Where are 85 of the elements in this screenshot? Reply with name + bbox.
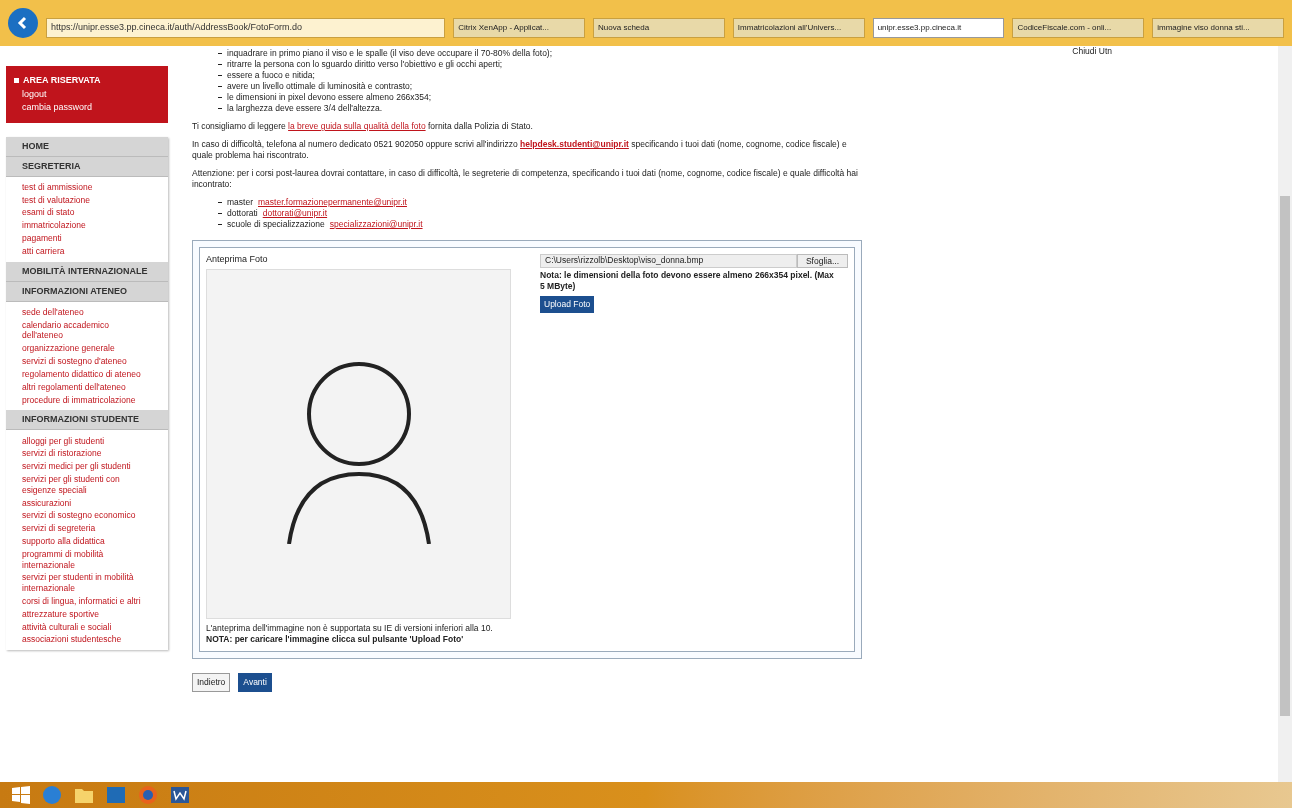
sidebar-link[interactable]: organizzazione generale — [22, 342, 152, 355]
mail-app-icon[interactable] — [106, 785, 126, 805]
guide-paragraph: Ti consigliamo di leggere la breve guida sulla qualità della foto fornita dalla Polizia di Stato. — [192, 121, 534, 132]
requirement-item: inquadrare in primo piano il viso e le spalle (il viso deve occupare il 70-80% della foto); — [227, 48, 553, 59]
requirement-item: ritrarre la persona con lo sguardo diritto verso l'obiettivo e gli occhi aperti; — [227, 59, 503, 70]
browser-tab[interactable]: Nuova scheda — [593, 18, 725, 38]
dash-bullet-icon — [218, 86, 222, 87]
sidebar-link[interactable]: associazioni studentesche — [22, 633, 152, 647]
contact-label: dottorati — [227, 208, 258, 219]
browse-button[interactable]: Sfoglia... — [796, 254, 848, 268]
dash-bullet-icon — [218, 202, 222, 203]
close-link[interactable]: Chiudi Utn — [1072, 46, 1112, 58]
sidebar-link[interactable]: assicurazioni — [22, 496, 152, 510]
dash-bullet-icon — [218, 75, 222, 76]
email-link[interactable]: master.formazionepermanente@unipr.it — [258, 197, 407, 208]
email-link[interactable]: helpdesk.studenti@unipr.it — [520, 139, 629, 149]
back-nav-button[interactable]: Indietro — [192, 673, 231, 692]
browser-tab[interactable]: CodiceFiscale.com - onli... — [1012, 18, 1145, 38]
sidebar-link[interactable]: servizi di sostegno economico — [22, 509, 152, 523]
sidebar-link[interactable]: test di ammissione — [22, 180, 152, 194]
email-link[interactable]: dottorati@unipr.it — [262, 208, 328, 219]
browser-tab[interactable]: Citrix XenApp - Applicat... — [453, 18, 586, 38]
upload-hint: NOTA: per caricare l'immagine clicca sul pulsante 'Upload Foto' — [206, 634, 465, 645]
upload-button[interactable]: Upload Foto — [540, 296, 595, 313]
attention-paragraph: Attenzione: per i corsi post-laurea dovrai contattare, in caso di difficoltà, le segreterie di competenza, specificando i tuoi dati (nome, cognome, codice fiscale) e quale difficoltà hai incontrato: — [192, 168, 859, 190]
sidebar-link[interactable]: servizi di sostegno d'ateneo — [22, 354, 152, 368]
dash-bullet-icon — [218, 213, 222, 214]
sidebar-link[interactable]: servizi medici per gli studenti — [22, 460, 152, 473]
address-bar[interactable]: https://unipr.esse3.pp.cineca.it/auth/AddressBook/FotoForm.do — [45, 18, 446, 38]
browser-app-icon[interactable] — [42, 785, 62, 805]
contact-label: master — [227, 197, 253, 208]
windows-logo-icon[interactable] — [12, 786, 30, 804]
dash-bullet-icon — [218, 108, 222, 109]
email-link[interactable]: specializzazioni@unipr.it — [329, 219, 423, 230]
dash-bullet-icon — [218, 53, 222, 54]
preview-note: L'anteprima dell'immagine non è supportata su IE di versioni inferiori alla 10. — [206, 623, 494, 634]
sidebar-heading[interactable]: INFORMAZIONI STUDENTE — [6, 410, 168, 431]
sidebar-link[interactable]: immatricolazione — [22, 219, 152, 232]
preview-title: Anteprima Foto — [206, 254, 269, 265]
sidebar-link[interactable]: servizi per studenti in mobilità internazionale — [22, 571, 152, 595]
guide-link[interactable]: la breve guida sulla qualità della foto — [288, 121, 426, 131]
requirement-item: la larghezza deve essere 3/4 dell'altezza. — [227, 103, 383, 114]
file-path-field[interactable]: C:\Users\rizzolb\Desktop\viso_donna.bmp — [540, 254, 797, 268]
account-link[interactable]: logout — [14, 87, 160, 101]
browser-tab[interactable]: immagine viso donna sti... — [1152, 18, 1284, 38]
browser-tab[interactable]: unipr.esse3.pp.cineca.it — [872, 18, 1005, 38]
firefox-icon[interactable] — [138, 785, 158, 805]
sidebar-link[interactable]: altri regolamenti dell'ateneo — [22, 380, 152, 394]
size-note: Nota: le dimensioni della foto devono essere almeno 266x354 pixel. (Max 5 MByte) — [540, 270, 835, 292]
sidebar-link[interactable]: servizi di ristorazione — [22, 447, 152, 461]
sidebar-link[interactable]: attrezzature sportive — [22, 607, 152, 621]
requirement-item: avere un livello ottimale di luminosità e contrasto; — [227, 81, 413, 92]
account-link[interactable]: cambia password — [14, 101, 160, 115]
sidebar-link[interactable]: sede dell'ateneo — [22, 305, 152, 319]
contact-label: scuole di specializzazione — [227, 219, 325, 230]
sidebar-link[interactable]: attività culturali e sociali — [22, 620, 152, 634]
sidebar-heading[interactable]: INFORMAZIONI ATENEO — [6, 281, 168, 302]
sidebar-heading[interactable]: HOME — [6, 136, 168, 157]
dash-bullet-icon — [218, 64, 222, 65]
dash-bullet-icon — [218, 97, 222, 98]
sidebar-link[interactable]: supporto alla didattica — [22, 535, 152, 548]
sidebar-link[interactable]: test di valutazione — [22, 193, 152, 207]
sidebar-link[interactable]: procedure di immatricolazione — [22, 393, 152, 407]
help-paragraph: In caso di difficoltà, telefona al numero dedicato 0521 902050 oppure scrivi all'indirizzo helpdesk.studenti@unipr.it specificando i tuoi dati (nome, cognome, codice fiscale) e quale problema hai riscontrato. — [192, 139, 848, 161]
reserved-area-title: AREA RISERVATA — [23, 74, 101, 87]
sidebar-heading[interactable]: SEGRETERIA — [6, 156, 168, 177]
sidebar-link[interactable]: regolamento didattico di ateneo — [22, 367, 152, 381]
dash-bullet-icon — [218, 224, 222, 225]
sidebar-link[interactable]: pagamenti — [22, 232, 152, 245]
sidebar-heading[interactable]: MOBILITÀ INTERNAZIONALE — [6, 261, 168, 282]
sidebar-link[interactable]: programmi di mobilità internazionale — [22, 547, 152, 572]
sidebar-link[interactable]: corsi di lingua, informatici e altri — [22, 594, 152, 608]
sidebar-link[interactable]: servizi per gli studenti con esigenze speciali — [22, 473, 152, 497]
requirement-item: essere a fuoco e nitida; — [227, 70, 315, 81]
sidebar-link[interactable]: alloggi per gli studenti — [22, 434, 152, 448]
word-icon[interactable] — [170, 785, 190, 805]
browser-tab[interactable]: Immatricolazioni all'Univers... — [732, 18, 865, 38]
requirement-item: le dimensioni in pixel devono essere almeno 266x354; — [227, 92, 432, 103]
sidebar-link[interactable]: atti carriera — [22, 244, 152, 258]
sidebar-link[interactable]: servizi di segreteria — [22, 522, 152, 535]
next-button[interactable]: Avanti — [238, 673, 272, 692]
sidebar-link[interactable]: esami di stato — [22, 206, 152, 220]
back-button[interactable] — [8, 8, 38, 38]
folder-icon[interactable] — [74, 786, 94, 804]
square-bullet-icon — [14, 78, 19, 84]
